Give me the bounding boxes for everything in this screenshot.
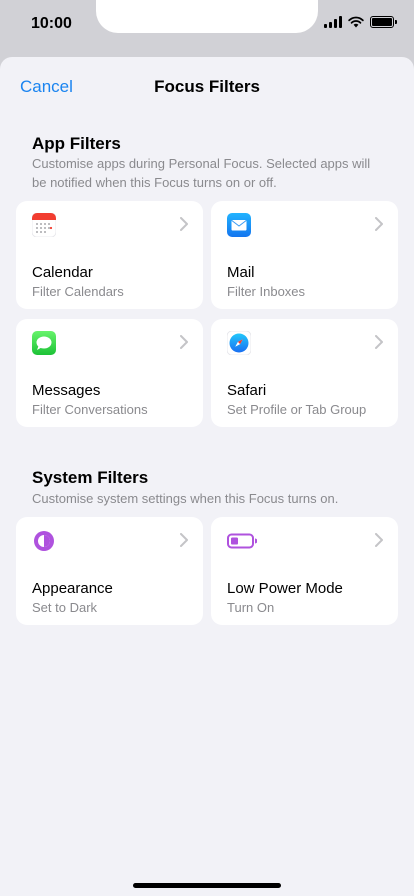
card-label: Mail (227, 264, 255, 281)
card-subtitle: Filter Calendars (32, 284, 124, 299)
focus-filters-sheet: Cancel Focus Filters App Filters Customi… (0, 57, 414, 896)
card-mail[interactable]: Mail Filter Inboxes (211, 201, 398, 309)
card-subtitle: Filter Inboxes (227, 284, 306, 299)
wifi-icon (348, 16, 364, 28)
chevron-right-icon (180, 335, 188, 349)
card-label: Appearance (32, 580, 113, 597)
messages-icon (32, 331, 56, 355)
system-filters-description: Customise system settings when this Focu… (32, 491, 339, 506)
low-power-mode-icon (227, 533, 257, 549)
battery-icon (370, 16, 397, 28)
card-label: Messages (32, 382, 101, 399)
signal-icon (324, 16, 342, 28)
app-filters-title: App Filters (32, 134, 121, 153)
chevron-right-icon (180, 533, 188, 547)
mail-icon (227, 213, 251, 237)
status-time: 10:00 (31, 15, 72, 32)
home-indicator[interactable] (133, 883, 281, 888)
page-title: Focus Filters (154, 77, 260, 96)
card-subtitle: Turn On (227, 600, 275, 615)
card-safari[interactable]: Safari Set Profile or Tab Group (211, 319, 398, 427)
card-calendar[interactable]: Calendar Filter Calendars (16, 201, 203, 309)
card-appearance[interactable]: Appearance Set to Dark (16, 517, 203, 625)
chevron-right-icon (180, 217, 188, 231)
status-icons (324, 16, 397, 28)
chevron-right-icon (375, 217, 383, 231)
card-subtitle: Set Profile or Tab Group (227, 402, 367, 417)
card-label: Low Power Mode (227, 580, 343, 597)
chevron-right-icon (375, 533, 383, 547)
calendar-icon (32, 213, 56, 237)
card-low-power-mode[interactable]: Low Power Mode Turn On (211, 517, 398, 625)
status-bar: 10:00 (0, 0, 414, 56)
card-subtitle: Filter Conversations (32, 402, 148, 417)
appearance-icon (34, 531, 54, 551)
card-label: Safari (227, 382, 267, 399)
card-label: Calendar (32, 264, 93, 281)
system-filters-title: System Filters (32, 468, 149, 487)
card-messages[interactable]: Messages Filter Conversations (16, 319, 203, 427)
card-subtitle: Set to Dark (32, 600, 98, 615)
app-filters-description: Customise apps during Personal Focus. Se… (32, 156, 371, 190)
chevron-right-icon (375, 335, 383, 349)
safari-icon (227, 331, 251, 355)
notch (96, 0, 318, 33)
nav-bar: Cancel Focus Filters (0, 57, 414, 115)
